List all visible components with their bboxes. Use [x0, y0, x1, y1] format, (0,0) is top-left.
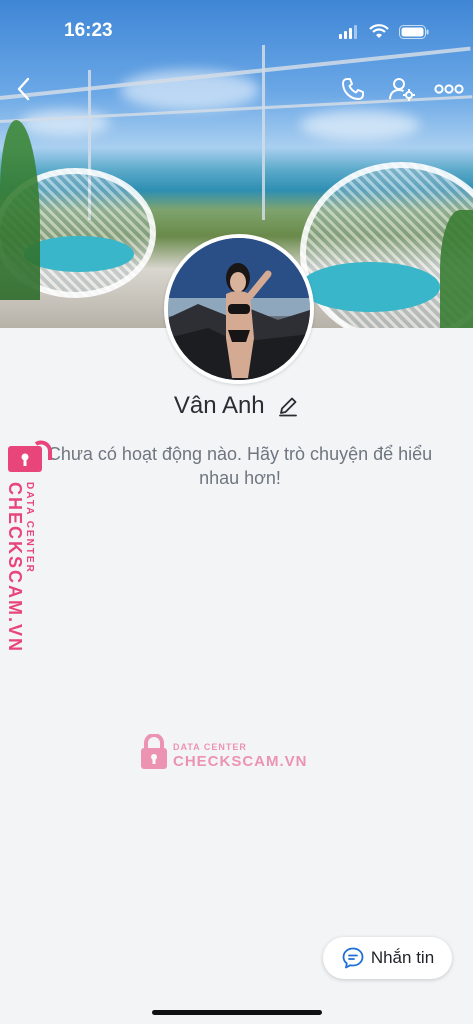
status-bar: 16:23 — [0, 0, 473, 60]
user-settings-icon[interactable] — [388, 76, 416, 102]
empty-activity-message: Chưa có hoạt động nào. Hãy trò chuyện để… — [47, 444, 433, 488]
home-indicator — [152, 1010, 322, 1015]
edit-pencil-icon[interactable] — [277, 395, 299, 417]
phone-icon[interactable] — [340, 76, 366, 102]
chat-bubble-icon — [342, 947, 364, 969]
watermark-center-big: CHECKSCAM.VN — [173, 753, 308, 770]
send-message-label: Nhắn tin — [370, 948, 435, 967]
battery-icon — [399, 24, 429, 39]
avatar-photo — [168, 238, 310, 380]
profile-name: Vân Anh — [173, 392, 265, 419]
watermark-center: DATA CENTER CHECKSCAM.VN — [140, 733, 320, 774]
profile-name-row: Vân Anh — [0, 392, 473, 420]
more-options-icon[interactable] — [434, 84, 464, 94]
signal-icon — [339, 24, 357, 39]
watermark-vertical-small: DATA CENTER — [24, 482, 35, 574]
status-icons — [339, 24, 429, 39]
watermark-vertical-big: CHECKSCAM.VN — [5, 482, 25, 654]
watermark-center-small: DATA CENTER — [173, 742, 247, 752]
status-time: 16:23 — [64, 20, 113, 41]
send-message-button[interactable]: Nhắn tin — [323, 937, 452, 979]
avatar[interactable] — [164, 234, 314, 384]
lock-icon — [141, 733, 167, 769]
lock-icon — [8, 440, 52, 472]
back-icon[interactable] — [14, 76, 34, 102]
wifi-icon — [369, 24, 389, 38]
